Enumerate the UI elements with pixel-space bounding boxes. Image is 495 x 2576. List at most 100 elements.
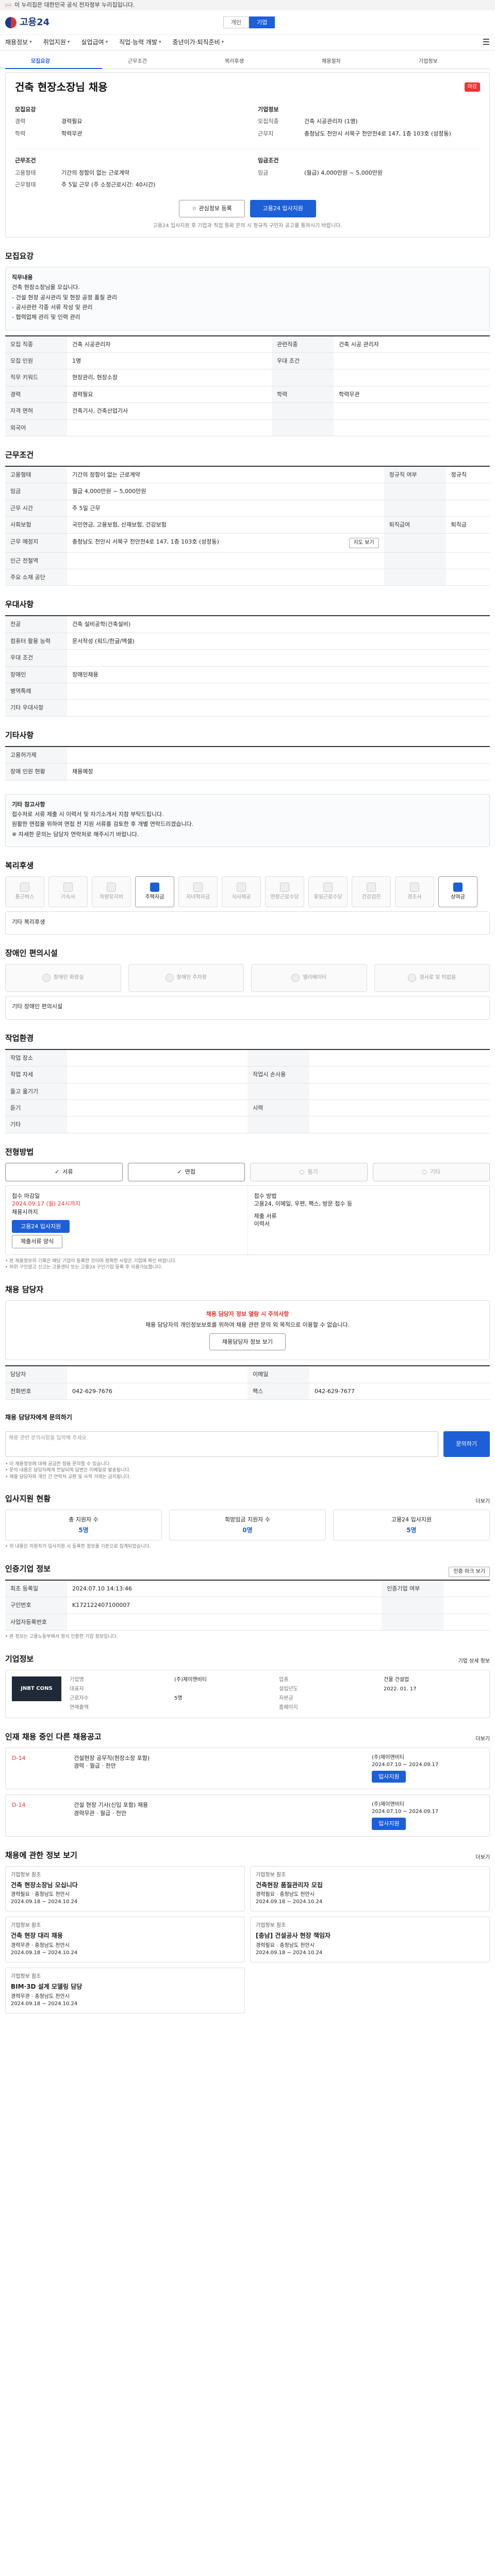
rec-title: 건축 현장 대리 채용: [11, 1932, 63, 1940]
alert-head: 채용 담당자 정보 열람 시 주의사항: [206, 1310, 289, 1317]
summary-value: 경력필요: [61, 118, 82, 125]
row-value: [309, 1049, 490, 1067]
row-key: 전화번호: [5, 1383, 67, 1400]
site-logo[interactable]: 고용24: [5, 16, 50, 29]
row-key: 담당자: [5, 1366, 67, 1383]
recruit-section: 모집요강 직무내용 건축 현장소장님을 모십니다. - 건설 현장 공사관리 및…: [5, 251, 490, 437]
stats-section: 입사지원 현황 더보기 총 지원자 수 5명 희망임금 지원자 수 0명 고용24 …: [5, 1494, 490, 1550]
recommend-card[interactable]: 기업정보 참조 건축현장 품질관리자 모집 경력필요 · 충청남도 천안시 2024.…: [250, 1866, 490, 1912]
section-title: 전형방법: [5, 1147, 34, 1157]
recommend-card[interactable]: 기업정보 참조 건축 현장소장님 모십니다 경력필요 · 충청남도 천안시 2024.…: [5, 1866, 245, 1912]
tab-business[interactable]: 기업: [249, 16, 275, 29]
row-value: [334, 369, 490, 386]
table-row: 장애인 장애인채용: [5, 666, 490, 683]
row-key: 모집 직종: [5, 335, 67, 353]
rec-date: 2024.09.18 ~ 2024.10.24: [11, 2001, 78, 2007]
table-row: 기타: [5, 1116, 490, 1133]
apply-info: 접수 마감일 2024.09.17 (월) 24시까지 채용시까지 고용24 입…: [5, 1185, 490, 1255]
tab-conditions[interactable]: 근무조건: [102, 56, 199, 69]
recommend-card[interactable]: 기업정보 참조 BIM·3D 설계 모델링 담당 경력무관 · 충청남도 천안시 20…: [5, 1968, 245, 2013]
benefit-icon: [193, 883, 203, 892]
rec-company: 기업정보 참조: [256, 1923, 286, 1929]
scrap-button[interactable]: ☆ 관심정보 등록: [179, 200, 245, 217]
row-value: 042-629-7677: [309, 1383, 490, 1400]
access-icon: [165, 974, 174, 982]
job-apply-button[interactable]: 입사지원: [372, 1770, 406, 1783]
other-jobs-more-link[interactable]: 더보기: [475, 1736, 490, 1743]
job-row: D-14 건설현장 공무직(현장소장 포함) 경력 · 월급 · 천안 (주)제이앤비…: [5, 1747, 490, 1790]
nav-jobs[interactable]: 채용정보: [5, 38, 32, 47]
section-title: 기업정보: [5, 1654, 34, 1664]
job-row-title[interactable]: 건설현장 공무직(현장소장 포함): [74, 1754, 359, 1762]
recommend-card[interactable]: 기업정보 참조 건축 현장 대리 채용 경력무관 · 충청남도 천안시 2024.09…: [5, 1917, 245, 1963]
stats-more-link[interactable]: 더보기: [475, 1498, 490, 1505]
company-section: 기업정보 기업 상세 정보 JNBT CONS 기업명 (주)제이앤비티 업종 건물 …: [5, 1654, 490, 1718]
tab-benefits[interactable]: 복리후생: [199, 56, 296, 69]
tab-recruit[interactable]: 모집요강: [5, 56, 102, 69]
table-row: 모집 직종 건축 시공관리자 관련직종 건축 시공 관리자: [5, 335, 490, 353]
row-value: [67, 746, 490, 764]
row-key: 퇴직급여: [384, 516, 446, 534]
company-field-key: 업종: [279, 1676, 289, 1683]
job-main-col: 건설현장 공무직(현장소장 포함) 경력 · 월급 · 천안: [68, 1748, 366, 1789]
note-line: • 이 채용정보에 대해 궁금한 점을 문의할 수 있습니다.: [5, 1461, 111, 1467]
apply-button-2[interactable]: 고용24 입사지원: [12, 1219, 70, 1233]
table-row: 자격 면허 건축기사, 건축산업기사: [5, 402, 490, 420]
nav-retire[interactable]: 중년이가·퇴직준비: [173, 38, 224, 47]
row-value: 1명: [67, 352, 272, 370]
tab-company[interactable]: 기업정보: [393, 56, 490, 69]
job-row-title[interactable]: 건설 현장 기사(신입 포함) 채용: [74, 1801, 359, 1809]
process-step: ✓ 면접: [127, 1162, 245, 1181]
row-value: [67, 683, 490, 700]
nav-training[interactable]: 직업·능력 개발: [119, 38, 161, 47]
check-icon: ○: [299, 1168, 305, 1176]
row-key: 모집 인원: [5, 352, 67, 370]
doc-value: 이력서: [254, 1220, 270, 1227]
menu-icon[interactable]: ☰: [483, 37, 490, 48]
rec-meta: 경력무관 · 충청남도 천안시: [11, 1994, 70, 1999]
access-item: 경사로 및 턱없음: [374, 964, 490, 992]
recommend-card[interactable]: 기업정보 참조 [충남] 건설공사 현장 책임자 경력필요 · 충청남도 천안시 20…: [250, 1917, 490, 1963]
cert-mark-button[interactable]: 인증 마크 보기: [449, 1566, 490, 1577]
map-button[interactable]: 지도 보기: [349, 537, 379, 548]
company-more-link[interactable]: 기업 상세 정보: [458, 1658, 490, 1665]
benefit-icon: [237, 883, 246, 892]
job-apply-button[interactable]: 입사지원: [372, 1818, 406, 1830]
nav-support[interactable]: 취업지원: [43, 38, 70, 47]
view-contact-button[interactable]: 채용담당자 정보 보기: [209, 1333, 286, 1351]
notice-line: ※ 자세한 문의는 담당자 연락처로 해주시기 바랍니다.: [12, 831, 139, 838]
row-value: 국민연금, 고용보험, 산재보험, 건강보험: [67, 516, 384, 534]
nav-unemployment[interactable]: 실업급여: [81, 38, 108, 47]
benefit-item: 차량유지비: [92, 876, 131, 908]
recommend-section: 채용에 관한 정보 보기 더보기 기업정보 참조 건축 현장소장님 모십니다 경력필…: [5, 1850, 490, 2013]
table-row: 기타 우대사항: [5, 699, 490, 717]
tab-process[interactable]: 채용절차: [296, 56, 393, 69]
row-value: [309, 1066, 490, 1083]
dday-badge: D-14: [12, 1754, 26, 1761]
doc-form-button[interactable]: 제출서류 양식: [12, 1235, 63, 1248]
row-key: 근무 시간: [5, 500, 67, 517]
row-value: 042-629-7676: [67, 1383, 248, 1400]
row-value: [446, 569, 490, 586]
benefit-label: 상여금: [451, 894, 465, 901]
access-icon: [42, 974, 51, 982]
apply-button[interactable]: 고용24 입사지원: [250, 200, 316, 217]
access-grid: 장애인 화장실 장애인 주차장 엘리베이터 경사로 및 턱없음: [5, 964, 490, 992]
tab-personal[interactable]: 개인: [223, 16, 250, 29]
benefit-label: 통근버스: [15, 894, 35, 901]
company-field-key: 설립년도: [279, 1686, 298, 1692]
row-key: [382, 1614, 444, 1631]
recommend-more-link[interactable]: 더보기: [475, 1854, 490, 1861]
row-value: [67, 699, 490, 717]
summary-value: (월급) 4,000만원 ~ 5,000만원: [304, 169, 383, 176]
summary-key: 임금: [258, 169, 269, 176]
row-key: 사회보험: [5, 516, 67, 534]
access-item: 장애인 화장실: [5, 964, 121, 992]
send-question-button[interactable]: 문의하기: [443, 1431, 490, 1457]
rec-meta: 경력필요 · 충청남도 천안시: [11, 1892, 70, 1898]
job-meta-col: (주)제이앤비티 2024.07.10 ~ 2024.09.17 입사지원: [366, 1795, 489, 1836]
question-input[interactable]: 채용 관련 문의사항을 입력해 주세요.: [5, 1431, 438, 1457]
summary-heading: 임금조건: [258, 157, 279, 164]
row-value: 건축 설비공학(건축설비): [67, 616, 490, 633]
benefit-grid: 통근버스 기숙사 차량유지비 주택자금 자녀학자금 식사제공 연장근로수당 휴일근로수당 건강검…: [5, 876, 490, 908]
